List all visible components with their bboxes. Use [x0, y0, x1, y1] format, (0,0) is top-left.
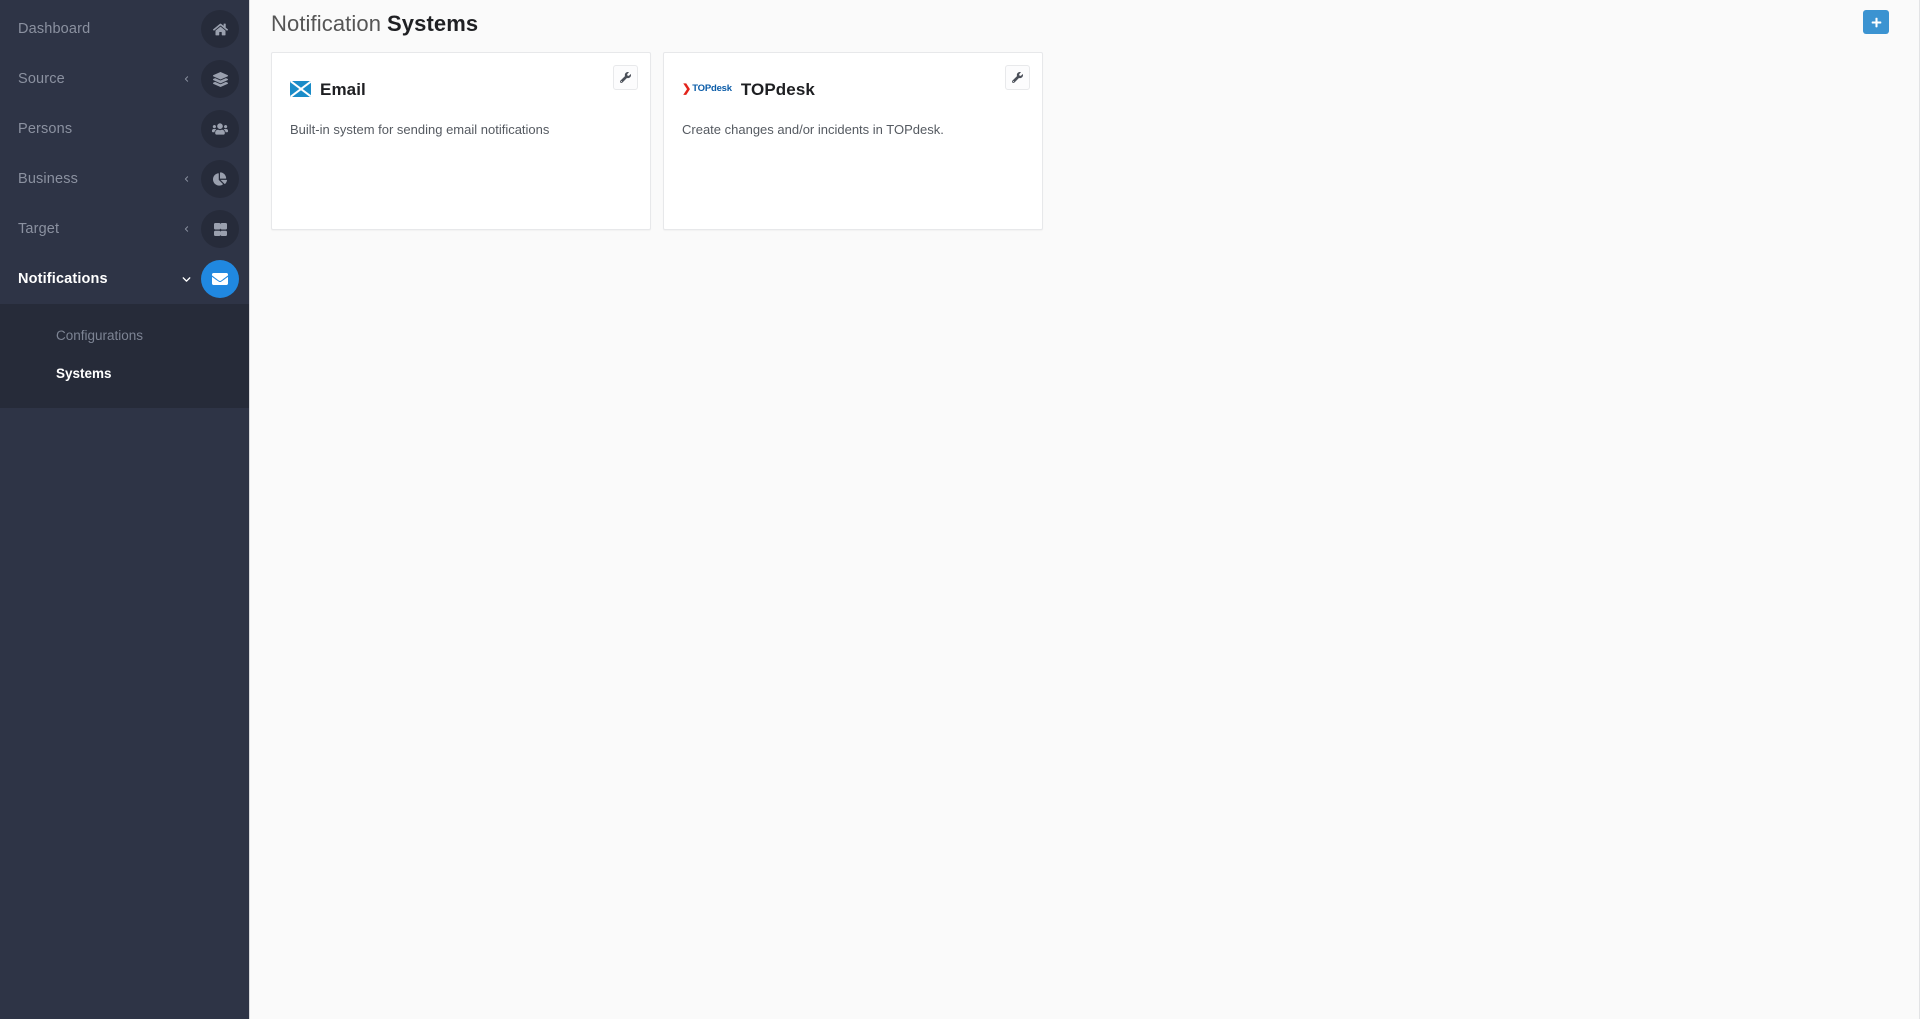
sidebar-nav-list: Dashboard Source Persons Business Target…	[0, 0, 249, 304]
sidebar-item-target[interactable]: Target	[0, 204, 249, 254]
sidebar-subitem-label: Configurations	[56, 327, 144, 343]
app-root: Dashboard Source Persons Business Target…	[0, 0, 1920, 1019]
sidebar-item-notifications[interactable]: Notifications	[0, 254, 249, 304]
users-icon	[201, 110, 239, 148]
notification-system-card[interactable]: Email Built-in system for sending email …	[271, 52, 651, 230]
card-title: TOPdesk	[740, 79, 815, 99]
pie-chart-icon	[201, 160, 239, 198]
home-icon	[201, 10, 239, 48]
topdesk-wordmark: TOPdesk	[692, 83, 732, 95]
page-title-light: Notification	[271, 11, 382, 36]
envelope-icon	[201, 260, 239, 298]
layers-icon	[201, 60, 239, 98]
wrench-icon	[620, 72, 631, 83]
sidebar-item-business[interactable]: Business	[0, 154, 249, 204]
sidebar-item-label: Persons	[18, 120, 73, 137]
chevron-left-icon[interactable]	[177, 222, 195, 236]
sidebar-item-dashboard[interactable]: Dashboard	[0, 4, 249, 54]
sidebar-item-label: Notifications	[18, 270, 108, 287]
card-header: ❯ TOPdesk TOPdesk	[664, 53, 1042, 105]
card-title: Email	[320, 79, 366, 99]
sidebar-item-label: Business	[18, 170, 79, 187]
topdesk-arrow-mark: ❯	[682, 82, 691, 95]
chevron-down-icon[interactable]	[177, 273, 195, 286]
configure-button[interactable]	[613, 65, 638, 90]
wrench-icon	[1012, 72, 1023, 83]
sidebar-item-persons[interactable]: Persons	[0, 104, 249, 154]
notification-system-card[interactable]: ❯ TOPdesk TOPdesk Create changes and/or …	[663, 52, 1043, 230]
sidebar-item-label: Dashboard	[18, 20, 91, 37]
sidebar-submenu-notifications: Configurations Systems	[0, 304, 249, 408]
plus-icon	[1871, 17, 1882, 28]
sidebar-subitem-configurations[interactable]: Configurations	[0, 316, 249, 354]
chevron-left-icon[interactable]	[177, 172, 195, 186]
notification-systems-grid: Email Built-in system for sending email …	[271, 52, 1043, 230]
topdesk-logo-icon: ❯ TOPdesk	[682, 82, 732, 95]
add-notification-system-button[interactable]	[1863, 10, 1889, 34]
card-header: Email	[272, 53, 650, 105]
main-content: Notification Systems Email Built-in syste…	[250, 0, 1920, 1019]
chevron-left-icon[interactable]	[177, 72, 195, 86]
sidebar-item-source[interactable]: Source	[0, 54, 249, 104]
sidebar-item-label: Source	[18, 70, 65, 87]
sidebar-subitem-systems[interactable]: Systems	[0, 354, 249, 392]
email-envelope-logo-icon	[290, 81, 311, 97]
page-title: Notification Systems	[271, 11, 478, 37]
sidebar: Dashboard Source Persons Business Target…	[0, 0, 250, 1019]
page-title-bold: Systems	[387, 11, 479, 36]
configure-button[interactable]	[1005, 65, 1030, 90]
grid-icon	[201, 210, 239, 248]
card-description: Create changes and/or incidents in TOPde…	[682, 122, 944, 137]
sidebar-item-label: Target	[18, 220, 60, 237]
card-description: Built-in system for sending email notifi…	[290, 122, 550, 137]
sidebar-subitem-label: Systems	[56, 365, 112, 381]
sidebar-empty-space	[0, 408, 249, 1019]
